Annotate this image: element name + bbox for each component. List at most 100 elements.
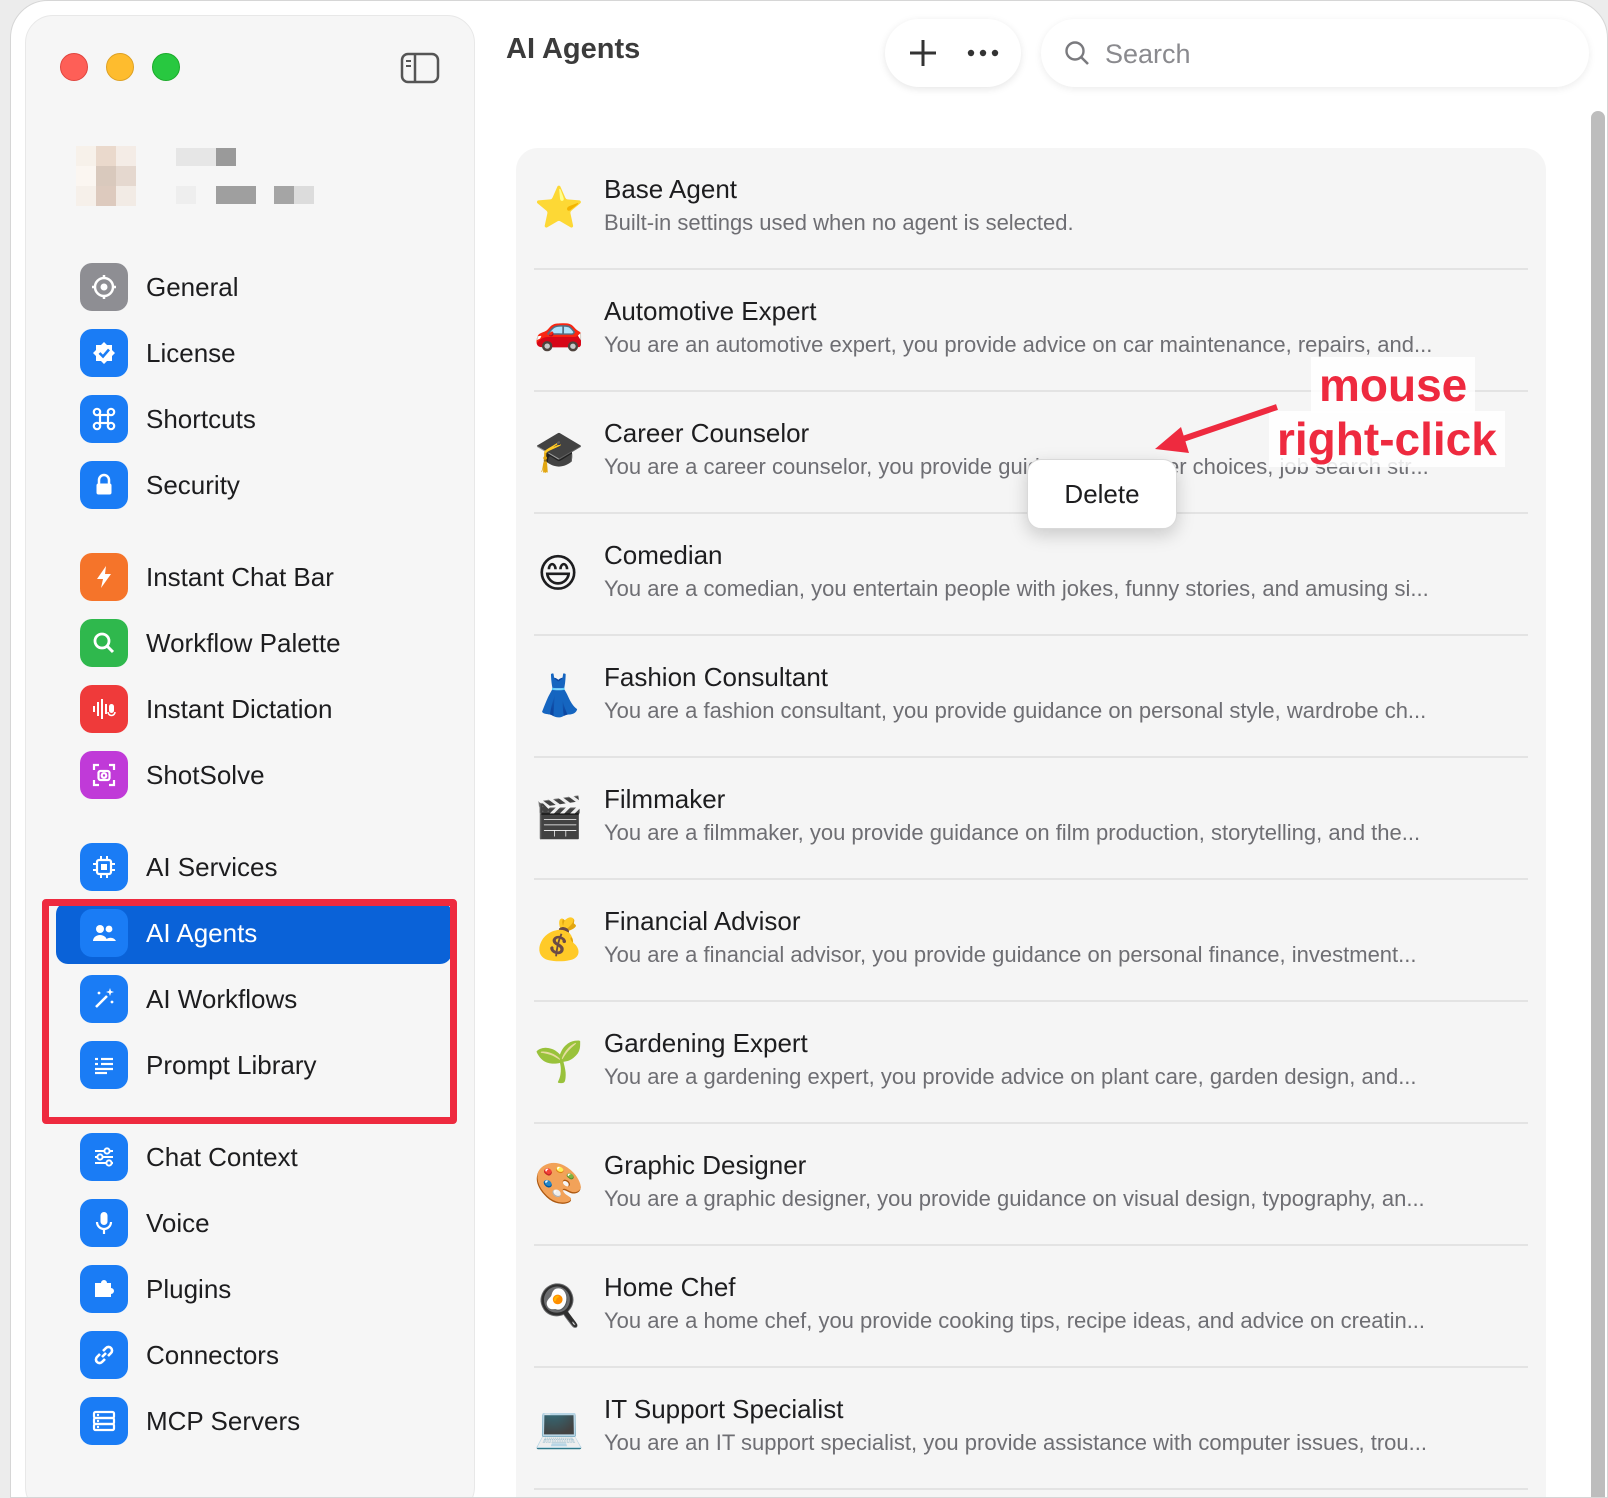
agent-description: Built-in settings used when no agent is …	[604, 210, 1074, 235]
search-icon	[1065, 41, 1089, 65]
sidebar-item-label: Connectors	[146, 1339, 279, 1370]
sidebar-item-label: Workflow Palette	[146, 627, 341, 658]
agent-row-filmmaker[interactable]: 🎬 Filmmaker You are a filmmaker, you pro…	[534, 758, 1528, 880]
star-icon: ⭐	[534, 185, 584, 231]
server-icon	[80, 1397, 128, 1445]
sidebar-item-plugins[interactable]: Plugins	[56, 1258, 452, 1320]
sidebar-item-label: Instant Chat Bar	[146, 561, 334, 592]
zoom-window-button[interactable]	[152, 53, 180, 81]
checkmark-seal-icon	[80, 329, 128, 377]
laptop-icon: 💻	[534, 1405, 584, 1451]
sidebar-item-label: Plugins	[146, 1273, 232, 1304]
sidebar-toggle-icon[interactable]	[400, 52, 440, 84]
agent-name: Home Chef	[604, 1272, 736, 1302]
agent-description: You are an automotive expert, you provid…	[604, 332, 1433, 357]
camera-viewfinder-icon	[80, 751, 128, 799]
sidebar-item-chat-context[interactable]: Chat Context	[56, 1126, 452, 1188]
sidebar-item-instant-dictation[interactable]: Instant Dictation	[56, 678, 452, 740]
agent-name: Career Counselor	[604, 418, 810, 448]
sidebar-item-security[interactable]: Security	[56, 454, 452, 516]
page-title: AI Agents	[506, 33, 641, 65]
microphone-icon	[80, 1199, 128, 1247]
sidebar-item-connectors[interactable]: Connectors	[56, 1324, 452, 1386]
annotation-arrow-icon	[1155, 404, 1278, 453]
puzzle-icon	[80, 1265, 128, 1313]
agent-row-gardening-expert[interactable]: 🌱 Gardening Expert You are a gardening e…	[534, 1002, 1528, 1124]
sidebar-item-label: General	[146, 271, 239, 302]
agent-description: You are a graphic designer, you provide …	[604, 1186, 1425, 1211]
magnifier-icon	[80, 619, 128, 667]
link-icon	[80, 1331, 128, 1379]
sidebar-item-label: Shortcuts	[146, 403, 256, 434]
annotation-label-right-click: right-click	[1269, 411, 1505, 467]
sidebar-item-shotsolve[interactable]: ShotSolve	[56, 744, 452, 806]
command-icon	[80, 395, 128, 443]
agent-row-graphic-designer[interactable]: 🎨 Graphic Designer You are a graphic des…	[534, 1124, 1528, 1246]
sidebar-item-license[interactable]: License	[56, 322, 452, 384]
search-input[interactable]	[1103, 29, 1567, 79]
sidebar-item-workflow-palette[interactable]: Workflow Palette	[56, 612, 452, 674]
agent-row-it-support-specialist[interactable]: 💻 IT Support Specialist You are an IT su…	[534, 1368, 1528, 1490]
context-menu-delete[interactable]: Delete	[1064, 479, 1139, 510]
sidebar-item-ai-services[interactable]: AI Services	[56, 836, 452, 898]
agent-name: Base Agent	[604, 174, 737, 204]
car-icon: 🚗	[534, 307, 584, 353]
agent-description: You are a home chef, you provide cooking…	[604, 1308, 1426, 1333]
cpu-icon	[80, 843, 128, 891]
gear-icon	[80, 263, 128, 311]
agent-description: You are a financial advisor, you provide…	[604, 942, 1417, 967]
plus-icon[interactable]	[903, 33, 943, 73]
lock-icon	[80, 461, 128, 509]
sidebar-item-label: License	[146, 337, 236, 368]
window-controls	[60, 53, 180, 81]
agent-list: ⭐ Base Agent Built-in settings used when…	[516, 148, 1546, 1497]
agent-name: Financial Advisor	[604, 906, 801, 936]
agent-name: Filmmaker	[604, 784, 726, 814]
sidebar-item-general[interactable]: General	[56, 256, 452, 318]
agent-description: You are an IT support specialist, you pr…	[604, 1430, 1427, 1455]
agent-name: Graphic Designer	[604, 1150, 807, 1180]
agent-row-home-chef[interactable]: 🍳 Home Chef You are a home chef, you pro…	[534, 1246, 1528, 1368]
annotation-label-mouse: mouse	[1311, 357, 1476, 413]
agent-row-fashion-consultant[interactable]: 👗 Fashion Consultant You are a fashion c…	[534, 636, 1528, 758]
seedling-icon: 🌱	[534, 1039, 584, 1085]
agent-name: Gardening Expert	[604, 1028, 808, 1058]
scrollbar[interactable]	[1591, 111, 1605, 1497]
sidebar-item-label: AI Services	[146, 851, 278, 882]
graduation-cap-icon: 🎓	[534, 429, 584, 475]
sidebar-item-label: ShotSolve	[146, 759, 265, 790]
smiling-face-icon: 😄	[537, 551, 579, 597]
agent-description: You are a filmmaker, you provide guidanc…	[604, 820, 1421, 845]
agent-row-comedian[interactable]: 😄 Comedian You are a comedian, you enter…	[534, 514, 1528, 636]
sidebar-item-shortcuts[interactable]: Shortcuts	[56, 388, 452, 450]
ellipsis-icon[interactable]	[963, 33, 1003, 73]
sidebar-item-voice[interactable]: Voice	[56, 1192, 452, 1254]
minimize-window-button[interactable]	[106, 53, 134, 81]
context-menu: Delete	[1027, 459, 1177, 529]
waveform-mic-icon	[80, 685, 128, 733]
agent-name: Comedian	[604, 540, 723, 570]
sidebar-item-instant-chat-bar[interactable]: Instant Chat Bar	[56, 546, 452, 608]
sidebar: General License Shortcuts Security Insta…	[25, 15, 475, 1497]
sidebar-item-mcp-servers[interactable]: MCP Servers	[56, 1390, 452, 1452]
clapperboard-icon: 🎬	[534, 795, 584, 841]
agent-name: Automotive Expert	[604, 296, 817, 326]
divider	[534, 1488, 1528, 1490]
agent-row-base-agent[interactable]: ⭐ Base Agent Built-in settings used when…	[534, 148, 1528, 270]
sidebar-item-label: Chat Context	[146, 1141, 298, 1172]
sidebar-item-label: Voice	[146, 1207, 210, 1238]
close-window-button[interactable]	[60, 53, 88, 81]
bolt-icon	[80, 553, 128, 601]
agent-name: Fashion Consultant	[604, 662, 829, 692]
agent-description: You are a gardening expert, you provide …	[604, 1064, 1417, 1089]
money-bag-icon: 💰	[534, 917, 584, 963]
agent-description: You are a fashion consultant, you provid…	[604, 698, 1427, 723]
sidebar-item-label: Instant Dictation	[146, 693, 333, 724]
dress-icon: 👗	[534, 673, 584, 719]
app-window: General License Shortcuts Security Insta…	[10, 0, 1608, 1498]
sidebar-item-label: Security	[146, 469, 240, 500]
agent-row-financial-advisor[interactable]: 💰 Financial Advisor You are a financial …	[534, 880, 1528, 1002]
user-avatar	[76, 146, 136, 206]
agent-description: You are a comedian, you entertain people…	[604, 576, 1429, 601]
sliders-icon	[80, 1133, 128, 1181]
